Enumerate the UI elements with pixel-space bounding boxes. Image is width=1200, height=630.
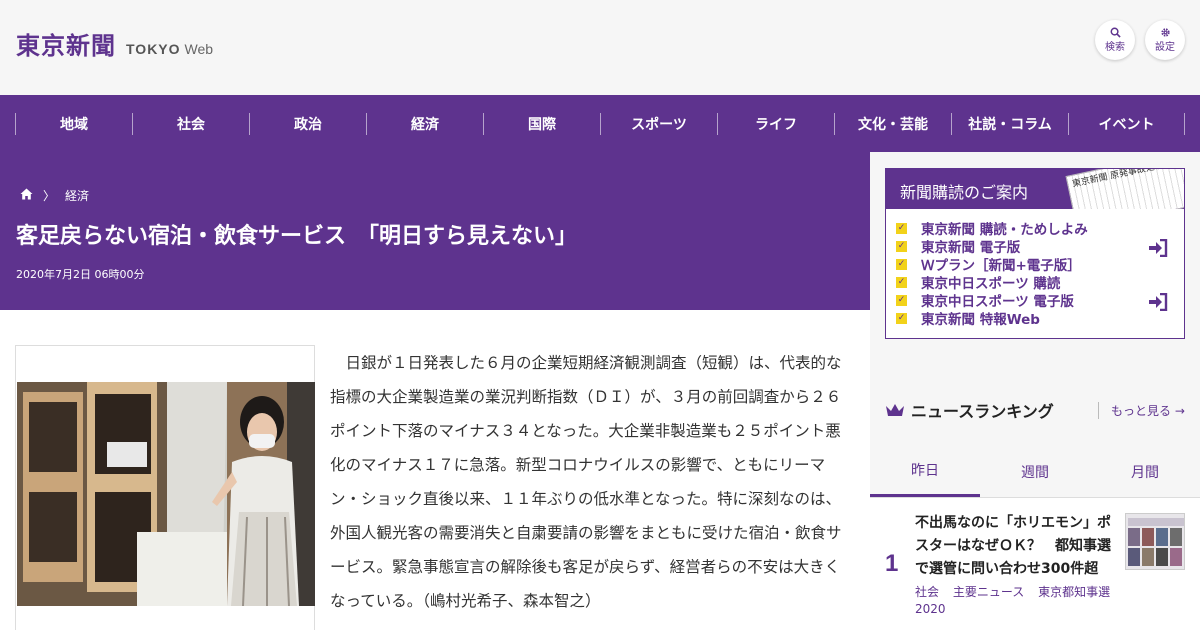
nav-item-events[interactable]: イベント bbox=[1068, 112, 1185, 135]
tab-yesterday[interactable]: 昨日 bbox=[870, 446, 980, 497]
promo-item[interactable]: ✓ 東京新聞 電子版 bbox=[896, 236, 1088, 256]
nav-item-international[interactable]: 国際 bbox=[483, 112, 600, 135]
nav-item-society[interactable]: 社会 bbox=[132, 112, 249, 135]
article-body: 日銀が１日発表した６月の企業短期経済観測調査（短観）は、代表的な指標の大企業製造… bbox=[330, 354, 842, 610]
site-logo[interactable]: 東京新聞 TOKYO Web bbox=[16, 26, 213, 61]
ranking-thumbnail[interactable] bbox=[1125, 513, 1185, 570]
logo-web: Web bbox=[184, 41, 214, 57]
tab-monthly[interactable]: 月間 bbox=[1090, 446, 1200, 497]
ranking-title: ニュースランキング bbox=[911, 402, 1054, 421]
tab-weekly[interactable]: 週間 bbox=[980, 446, 1090, 497]
promo-item-label[interactable]: 東京中日スポーツ 電子版 bbox=[921, 290, 1074, 310]
subscription-promo: 新聞購読のご案内 東京新聞 原発事故処理に ✓ 東京新聞 購読・ためしよみ ✓ 東京… bbox=[885, 168, 1185, 339]
ranking-more-label: もっと見る bbox=[1111, 404, 1172, 418]
article-photo-frame bbox=[15, 345, 315, 630]
promo-item[interactable]: ✓ 東京中日スポーツ 電子版 bbox=[896, 290, 1088, 310]
nav-item-politics[interactable]: 政治 bbox=[249, 112, 366, 135]
promo-item-label[interactable]: 東京新聞 特報Web bbox=[921, 308, 1040, 328]
settings-label: 設定 bbox=[1155, 41, 1175, 53]
settings-button[interactable]: 設定 bbox=[1145, 20, 1185, 60]
crown-icon bbox=[885, 402, 905, 418]
article-title: 客足戻らない宿泊・飲食サービス 「明日すら見えない」 bbox=[16, 224, 578, 249]
ranking-item-title[interactable]: 不出馬なのに「ホリエモン」ポスターはなぜＯＫ？ 都知事選で選管に問い合わせ300… bbox=[915, 512, 1115, 581]
search-label: 検索 bbox=[1105, 41, 1125, 53]
promo-title: 新聞購読のご案内 bbox=[900, 183, 1029, 202]
promo-list: ✓ 東京新聞 購読・ためしよみ ✓ 東京新聞 電子版 ✓ Ｗプラン［新聞+電子版］ ✓… bbox=[896, 218, 1088, 328]
article-header: 〉 経済 客足戻らない宿泊・飲食サービス 「明日すら見えない」 2020年7月2… bbox=[0, 152, 870, 310]
logo-en: TOKYO bbox=[126, 41, 181, 57]
nav-item-sports[interactable]: スポーツ bbox=[600, 112, 717, 135]
nav-item-economy[interactable]: 経済 bbox=[366, 112, 483, 135]
nav-item-editorial[interactable]: 社説・コラム bbox=[951, 112, 1068, 135]
login-icon[interactable] bbox=[1148, 292, 1170, 312]
promo-item[interactable]: ✓ Ｗプラン［新聞+電子版］ bbox=[896, 254, 1088, 274]
checkbox-icon: ✓ bbox=[896, 294, 907, 306]
ranking-tag[interactable]: 主要ニュース bbox=[953, 585, 1024, 599]
ranking-tags: 社会 主要ニュース 東京都知事選2020 bbox=[915, 584, 1115, 618]
breadcrumb-separator-icon: 〉 bbox=[43, 189, 56, 203]
newspaper-image: 東京新聞 原発事故処理に bbox=[1065, 169, 1184, 209]
checkbox-icon: ✓ bbox=[896, 312, 907, 324]
logo-jp: 東京新聞 bbox=[16, 31, 116, 60]
promo-item-label[interactable]: 東京中日スポーツ 購読 bbox=[921, 272, 1060, 292]
promo-item[interactable]: ✓ 東京新聞 特報Web bbox=[896, 308, 1088, 328]
promo-item[interactable]: ✓ 東京中日スポーツ 購読 bbox=[896, 272, 1088, 292]
article-photo[interactable] bbox=[17, 382, 315, 606]
nav-item-life[interactable]: ライフ bbox=[717, 112, 834, 135]
home-icon[interactable] bbox=[20, 188, 33, 204]
ranking-more-link[interactable]: もっと見る → bbox=[1098, 402, 1185, 419]
promo-item[interactable]: ✓ 東京新聞 購読・ためしよみ bbox=[896, 218, 1088, 238]
checkbox-icon: ✓ bbox=[896, 222, 907, 234]
site-header: 東京新聞 TOKYO Web 検索 設定 bbox=[0, 0, 1200, 95]
newspaper-headline: 東京新聞 原発事故処理に bbox=[1071, 169, 1174, 190]
ranking-tabs: 昨日 週間 月間 bbox=[870, 446, 1200, 498]
checkbox-icon: ✓ bbox=[896, 240, 907, 252]
login-icon[interactable] bbox=[1148, 238, 1170, 258]
search-button[interactable]: 検索 bbox=[1095, 20, 1135, 60]
promo-header: 新聞購読のご案内 東京新聞 原発事故処理に bbox=[886, 169, 1184, 209]
checkbox-icon: ✓ bbox=[896, 258, 907, 270]
ranking-number: 1 bbox=[885, 550, 899, 577]
promo-item-label[interactable]: Ｗプラン［新聞+電子版］ bbox=[921, 254, 1081, 274]
article-date: 2020年7月2日 06時00分 bbox=[16, 268, 145, 281]
search-icon bbox=[1110, 27, 1121, 41]
nav-item-culture[interactable]: 文化・芸能 bbox=[834, 112, 951, 135]
nav-item-region[interactable]: 地域 bbox=[15, 112, 132, 135]
breadcrumb-category[interactable]: 経済 bbox=[65, 187, 89, 204]
checkbox-icon: ✓ bbox=[896, 276, 907, 288]
main-nav: 地域 社会 政治 経済 国際 スポーツ ライフ 文化・芸能 社説・コラム イベン… bbox=[0, 95, 1200, 152]
promo-item-label[interactable]: 東京新聞 購読・ためしよみ bbox=[921, 218, 1088, 238]
promo-item-label[interactable]: 東京新聞 電子版 bbox=[921, 236, 1020, 256]
ranking-item[interactable]: 1 不出馬なのに「ホリエモン」ポスターはなぜＯＫ？ 都知事選で選管に問い合わせ3… bbox=[870, 498, 1200, 630]
breadcrumb: 〉 経済 bbox=[20, 187, 89, 204]
ranking-header: ニュースランキング bbox=[885, 398, 1054, 422]
gear-icon bbox=[1160, 27, 1171, 41]
ranking-tag[interactable]: 社会 bbox=[915, 585, 939, 599]
arrow-right-icon: → bbox=[1174, 404, 1185, 418]
